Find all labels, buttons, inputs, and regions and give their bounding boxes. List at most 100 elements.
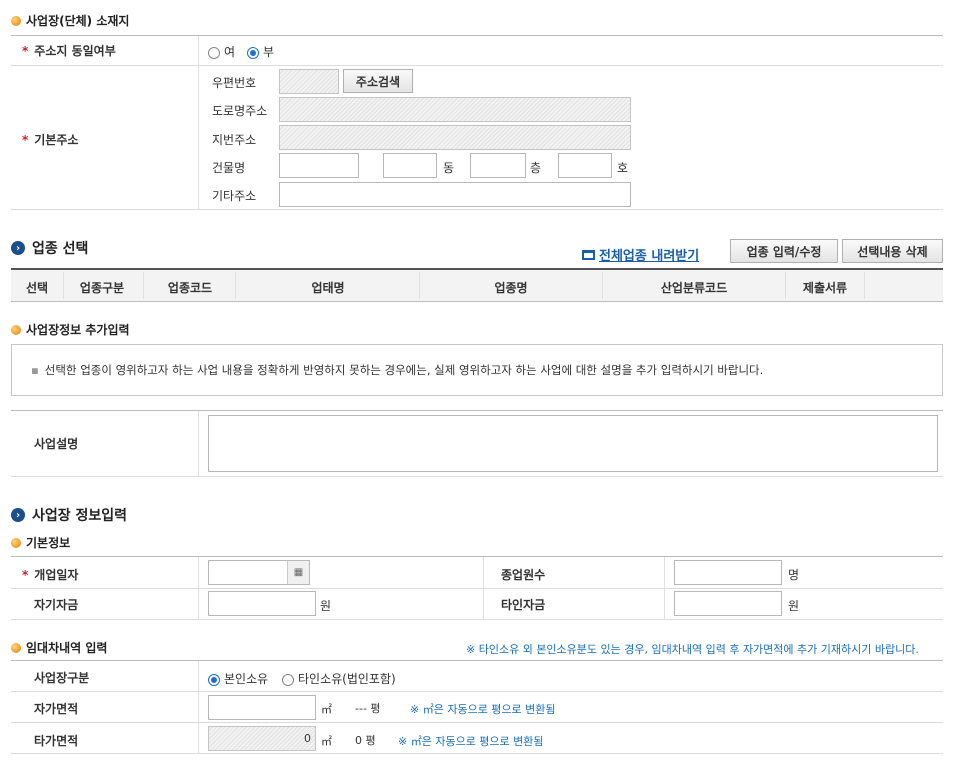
own-property-radio[interactable]: 본인소유 <box>208 670 268 687</box>
workplace-type-label: 사업장구분 <box>34 671 90 685</box>
divider <box>11 476 943 477</box>
radio-icon <box>208 46 220 59</box>
divider <box>198 36 199 210</box>
own-area-unit: ㎡ <box>321 703 332 716</box>
basic-address-label: * 기본주소 <box>22 131 78 148</box>
column-header: 업종명 <box>494 281 528 295</box>
dong-unit: 동 <box>443 161 455 175</box>
auto-convert-note: ※ ㎡은 자동으로 평으로 변환됨 <box>410 703 556 716</box>
business-description-label: 사업설명 <box>34 437 79 451</box>
own-area-input[interactable] <box>208 695 316 720</box>
divider <box>11 722 943 723</box>
road-address-input[interactable] <box>279 97 631 122</box>
bullet-dot: ▪ <box>31 363 39 377</box>
same-address-label: * 주소지 동일여부 <box>22 42 116 59</box>
other-capital-label: 타인자금 <box>501 598 546 612</box>
own-capital-unit: 원 <box>320 599 332 613</box>
basic-info-title: 기본정보 <box>11 534 70 551</box>
employees-unit: 명 <box>788 568 800 582</box>
other-property-label: 타인소유(법인포함) <box>298 672 396 686</box>
ho-input[interactable] <box>558 153 612 178</box>
download-icon <box>582 249 595 260</box>
other-area-label: 타가면적 <box>34 734 79 748</box>
floor-input[interactable] <box>470 153 526 178</box>
location-title-text: 사업장(단체) 소재지 <box>26 14 130 28</box>
divider <box>864 272 865 299</box>
same-address-label-text: 주소지 동일여부 <box>34 44 116 58</box>
delete-selection-button[interactable]: 선택내용 삭제 <box>842 239 943 263</box>
arrow-circle-icon: › <box>11 241 25 255</box>
zip-input[interactable] <box>279 69 339 94</box>
column-header: 업종구분 <box>79 281 125 295</box>
industry-edit-button[interactable]: 업종 입력/수정 <box>730 239 838 263</box>
calendar-icon[interactable]: ▦ <box>287 561 309 584</box>
column-header: 업태명 <box>311 281 345 295</box>
own-area-pyeong: --- 평 <box>355 702 381 715</box>
required-mark: * <box>22 568 29 582</box>
open-date-input[interactable]: ▦ <box>208 560 310 585</box>
dong-input[interactable] <box>383 153 437 178</box>
other-capital-input[interactable] <box>674 591 782 616</box>
own-capital-input[interactable] <box>208 591 316 616</box>
employees-label: 종업원수 <box>501 568 546 582</box>
divider <box>11 301 943 302</box>
download-link-text: 전체업종 내려받기 <box>599 249 700 264</box>
bullet-icon <box>11 324 21 335</box>
ho-unit: 호 <box>617 161 629 175</box>
floor-unit: 층 <box>530 161 542 175</box>
open-date-label: * 개업일자 <box>22 566 78 583</box>
bullet-icon <box>11 537 21 548</box>
other-area-pyeong: 0 평 <box>355 734 376 747</box>
zip-label: 우편번호 <box>212 76 257 90</box>
divider <box>11 619 943 620</box>
divider <box>235 272 236 299</box>
extra-notice-box: ▪ 선택한 업종이 영위하고자 하는 사업 내용을 정확하게 반영하지 못하는 경… <box>11 344 943 396</box>
employees-input[interactable] <box>674 560 782 585</box>
same-no-radio[interactable]: 부 <box>247 43 274 60</box>
bullet-icon <box>11 642 21 653</box>
divider <box>419 272 420 299</box>
required-mark: * <box>22 44 29 58</box>
industry-section-title: › 업종 선택 <box>11 238 88 258</box>
open-date-label-text: 개업일자 <box>34 568 79 582</box>
lease-note: ※ 타인소유 외 본인소유분도 있는 경우, 임대차내역 입력 후 자가면적에 … <box>466 643 919 656</box>
lease-section-title: 임대차내역 입력 <box>11 639 107 656</box>
divider <box>11 35 943 36</box>
other-address-input[interactable] <box>279 182 631 207</box>
industry-title-text: 업종 선택 <box>32 241 89 257</box>
building-name-input[interactable] <box>279 153 359 178</box>
divider <box>143 272 144 299</box>
divider <box>11 209 943 210</box>
extra-section-title: 사업장정보 추가입력 <box>11 321 130 338</box>
building-name-label: 건물명 <box>212 161 246 175</box>
own-capital-label: 자기자금 <box>34 598 79 612</box>
divider <box>11 660 943 661</box>
download-all-link[interactable]: 전체업종 내려받기 <box>582 245 699 264</box>
same-yes-label: 여 <box>224 45 236 59</box>
other-property-radio[interactable]: 타인소유(법인포함) <box>282 670 396 687</box>
address-search-button[interactable]: 주소검색 <box>343 69 413 93</box>
basic-address-label-text: 기본주소 <box>34 133 79 147</box>
required-mark: * <box>22 133 29 147</box>
business-section-title: › 사업장 정보입력 <box>11 505 127 525</box>
own-area-label: 자가면적 <box>34 702 79 716</box>
bullet-icon <box>11 15 21 26</box>
jibun-address-input[interactable] <box>279 125 631 150</box>
auto-convert-note-2: ※ ㎡은 자동으로 평으로 변환됨 <box>398 735 544 748</box>
radio-icon <box>282 673 294 686</box>
column-header: 산업분류코드 <box>660 281 728 295</box>
column-header: 제출서류 <box>802 281 848 295</box>
other-address-label: 기타주소 <box>212 189 257 203</box>
notice-content: 선택한 업종이 영위하고자 하는 사업 내용을 정확하게 반영하지 못하는 경우… <box>44 363 764 377</box>
divider <box>785 272 786 299</box>
divider <box>602 272 603 299</box>
divider <box>198 661 199 754</box>
business-title-text: 사업장 정보입력 <box>32 508 128 524</box>
business-description-textarea[interactable] <box>208 415 938 472</box>
lease-title-text: 임대차내역 입력 <box>26 641 108 655</box>
divider <box>11 691 943 692</box>
radio-checked-icon <box>247 46 259 59</box>
other-area-input[interactable]: 0 <box>208 726 316 751</box>
location-section-title: 사업장(단체) 소재지 <box>11 12 129 29</box>
same-yes-radio[interactable]: 여 <box>208 43 235 60</box>
